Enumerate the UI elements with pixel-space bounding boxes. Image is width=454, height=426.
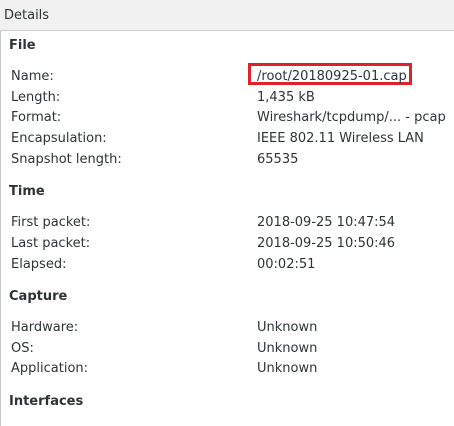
label-encapsulation: Encapsulation: — [11, 131, 107, 146]
value-application: Unknown — [257, 361, 318, 376]
details-panel: File Name: /root/20180925-01.cap Length:… — [0, 31, 454, 426]
value-snapshot-length: 65535 — [257, 152, 299, 167]
row-elapsed: Elapsed: 00:02:51 — [1, 257, 454, 277]
row-snapshot-length: Snapshot length: 65535 — [1, 152, 454, 172]
row-encapsulation: Encapsulation: IEEE 802.11 Wireless LAN — [1, 131, 454, 151]
row-os: OS: Unknown — [1, 341, 454, 361]
row-last-packet: Last packet: 2018-09-25 10:50:46 — [1, 236, 454, 256]
details-title: Details — [4, 8, 50, 23]
row-first-packet: First packet: 2018-09-25 10:47:54 — [1, 215, 454, 235]
label-elapsed: Elapsed: — [11, 257, 67, 272]
section-title-capture: Capture — [9, 289, 68, 304]
value-elapsed: 00:02:51 — [257, 257, 316, 272]
label-length: Length: — [11, 90, 61, 105]
row-format: Format: Wireshark/tcpdump/... - pcap — [1, 110, 454, 130]
row-name: Name: /root/20180925-01.cap — [1, 63, 454, 89]
value-last-packet: 2018-09-25 10:50:46 — [257, 236, 396, 251]
section-title-interfaces: Interfaces — [9, 394, 84, 409]
label-name: Name: — [11, 69, 54, 84]
label-format: Format: — [11, 110, 62, 125]
label-application: Application: — [11, 361, 89, 376]
label-first-packet: First packet: — [11, 215, 91, 230]
label-snapshot-length: Snapshot length: — [11, 152, 122, 167]
value-length: 1,435 kB — [257, 90, 315, 105]
label-hardware: Hardware: — [11, 320, 79, 335]
value-os: Unknown — [257, 341, 318, 356]
value-first-packet: 2018-09-25 10:47:54 — [257, 215, 396, 230]
label-os: OS: — [11, 341, 34, 356]
value-encapsulation: IEEE 802.11 Wireless LAN — [257, 131, 424, 146]
details-header: Details — [0, 0, 454, 31]
row-application: Application: Unknown — [1, 361, 454, 381]
row-length: Length: 1,435 kB — [1, 90, 454, 110]
value-hardware: Unknown — [257, 320, 318, 335]
value-name: /root/20180925-01.cap — [257, 69, 407, 84]
label-last-packet: Last packet: — [11, 236, 91, 251]
section-title-file: File — [9, 38, 36, 53]
value-format: Wireshark/tcpdump/... - pcap — [257, 110, 446, 125]
section-title-time: Time — [9, 184, 45, 199]
row-hardware: Hardware: Unknown — [1, 320, 454, 340]
